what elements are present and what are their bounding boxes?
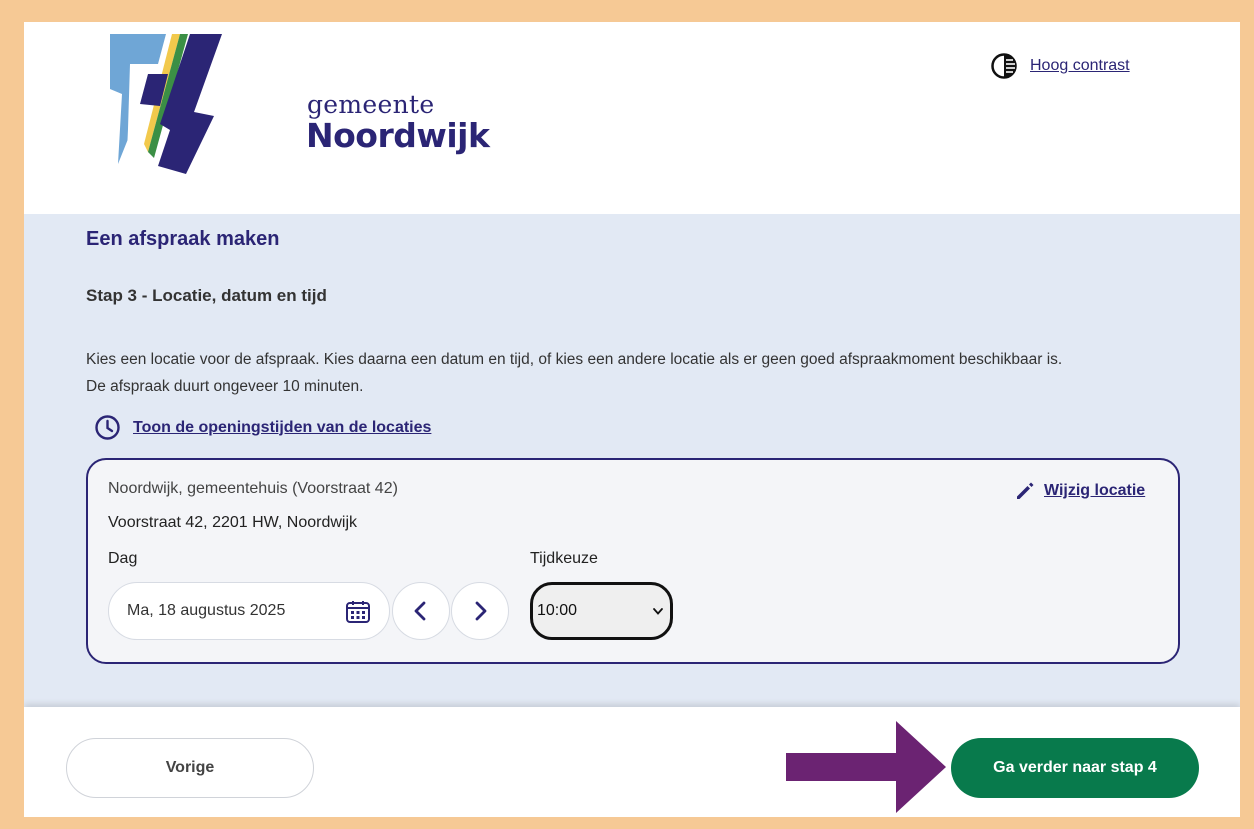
opening-hours-label[interactable]: Toon de openingstijden van de locaties [133,419,431,437]
next-step-button[interactable]: Ga verder naar stap 4 [951,738,1199,798]
pencil-icon [1017,482,1034,499]
location-address: Voorstraat 42, 2201 HW, Noordwijk [108,514,358,531]
page-title: Een afspraak maken [86,228,280,250]
intro-text: Kies een locatie voor de afspraak. Kies … [86,346,1186,400]
site-header: gemeente Noordwijk Hoog contrast [24,22,1240,214]
chevron-left-icon [414,601,426,621]
logo-text-gemeente: gemeente [307,90,435,119]
time-select[interactable]: 10:00 [530,582,673,640]
time-value: 10:00 [537,602,578,619]
change-location-label[interactable]: Wijzig locatie [1044,482,1145,500]
high-contrast-toggle[interactable]: Hoog contrast [990,52,1130,80]
time-label: Tijdkeuze [530,550,598,567]
clock-icon [95,415,120,440]
screenshot-frame: gemeente Noordwijk Hoog contrast Een afs… [24,22,1240,817]
chevron-down-icon [653,608,663,615]
annotation-arrow-icon [786,721,946,813]
chevron-right-icon [475,601,487,621]
location-name: Noordwijk, gemeentehuis (Voorstraat 42) [108,480,398,497]
step-title: Stap 3 - Locatie, datum en tijd [86,286,327,305]
change-location-link[interactable]: Wijzig locatie [1014,480,1145,502]
intro-line-1: Kies een locatie voor de afspraak. Kies … [86,351,1063,368]
wizard-footer: Vorige Ga verder naar stap 4 [24,707,1240,817]
intro-line-2: De afspraak duurt ongeveer 10 minuten. [86,378,364,395]
next-day-button[interactable] [451,582,509,640]
logo-emblem-icon [110,34,222,174]
date-picker-input[interactable]: Ma, 18 augustus 2025 [108,582,390,640]
location-card: Noordwijk, gemeentehuis (Voorstraat 42) … [86,458,1180,664]
previous-step-button[interactable]: Vorige [66,738,314,798]
appointment-panel: Een afspraak maken Stap 3 - Locatie, dat… [24,214,1240,707]
opening-hours-link[interactable]: Toon de openingstijden van de locaties [94,414,431,441]
logo-text-noordwijk: Noordwijk [306,116,490,155]
date-value: Ma, 18 augustus 2025 [127,602,286,619]
previous-day-button[interactable] [392,582,450,640]
high-contrast-link[interactable]: Hoog contrast [1030,57,1130,75]
calendar-icon[interactable] [345,599,371,625]
gemeente-noordwijk-logo[interactable]: gemeente Noordwijk [108,34,490,179]
contrast-icon [991,53,1017,79]
day-label: Dag [108,550,138,567]
